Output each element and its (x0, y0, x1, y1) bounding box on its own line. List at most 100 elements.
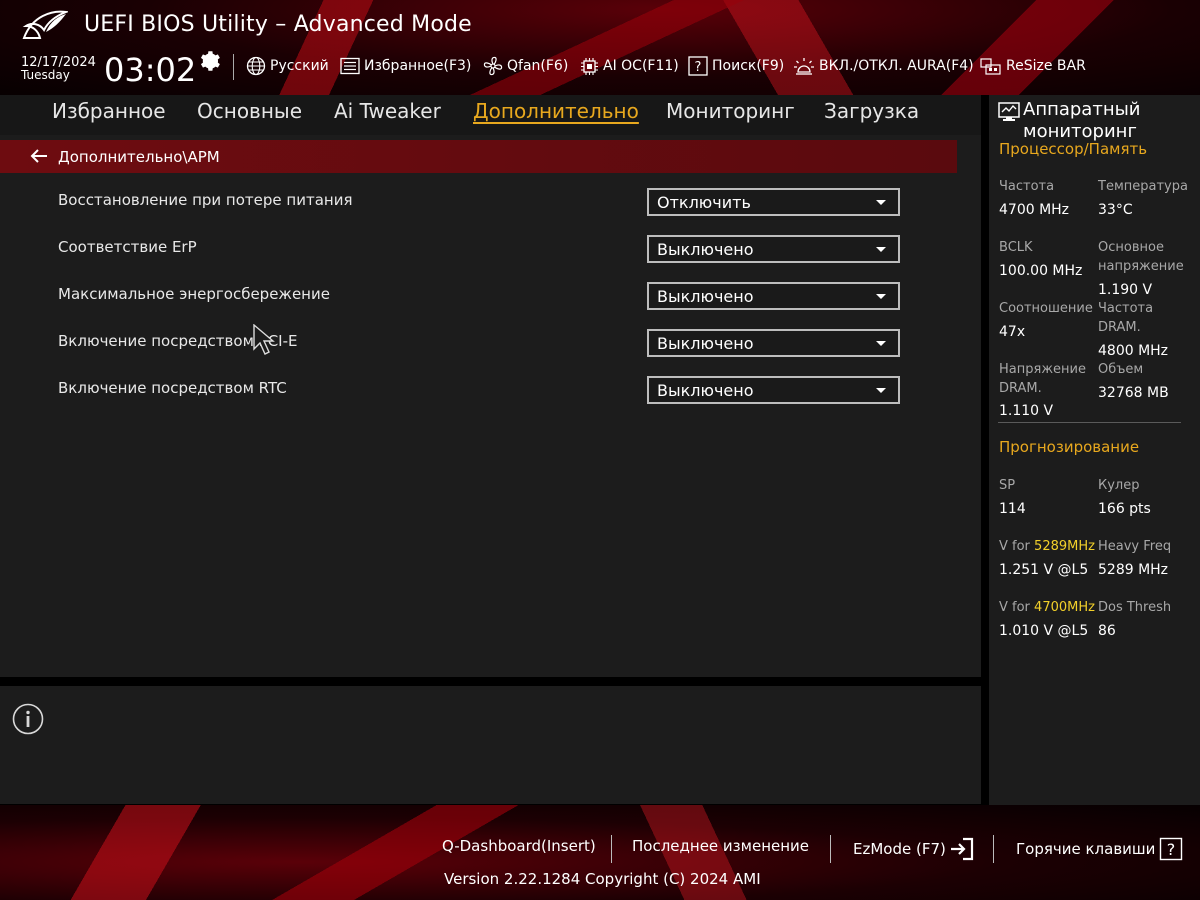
resize-bar-label: ReSize BAR (1006, 58, 1086, 74)
setting-value: Выключено (657, 380, 754, 400)
dram-voltage-value: 1.110 V (999, 403, 1054, 419)
setting-dropdown-max-power-saving[interactable]: Выключено (647, 282, 900, 310)
question-mark-icon: ? (1160, 837, 1183, 861)
v-for-heavy-freq: 5289MHz (1034, 539, 1095, 554)
aura-light-icon (794, 58, 814, 75)
core-voltage-label: Основное напряжение (1098, 240, 1184, 274)
q-dashboard-label: Q-Dashboard(Insert) (442, 837, 596, 855)
exit-to-ezmode-icon (950, 837, 973, 861)
ezmode-label: EzMode (F7) (853, 840, 946, 858)
monitor-icon (998, 102, 1020, 121)
q-dashboard-button[interactable]: Q-Dashboard(Insert) (442, 837, 596, 855)
main-panel: Дополнительно\APM Восстановление при пот… (0, 135, 981, 677)
setting-label-power-on-rtc: Включение посредством RTC (58, 379, 287, 397)
dram-frequency-label: Частота DRAM. (1098, 301, 1154, 335)
setting-value: Выключено (657, 239, 754, 259)
qfan-button[interactable]: Qfan(F6) (483, 55, 568, 77)
setting-label-erp: Соответствие ErP (58, 238, 197, 256)
bclk-value: 100.00 MHz (999, 263, 1083, 279)
setting-dropdown-power-on-rtc[interactable]: Выключено (647, 376, 900, 404)
ai-oc-label: AI OC(F11) (603, 58, 679, 74)
cooler-label: Кулер (1098, 478, 1140, 493)
setting-value: Выключено (657, 286, 754, 306)
setting-value: Выключено (657, 333, 754, 353)
cooler-value: 166 pts (1098, 501, 1151, 517)
ezmode-button[interactable]: EzMode (F7) (853, 837, 975, 861)
svg-text:?: ? (695, 60, 702, 75)
tab-bar: Избранное Основные Ai Tweaker Дополнител… (0, 95, 981, 135)
footer-separator (611, 835, 612, 863)
help-search-icon: ? (688, 56, 708, 76)
ratio-label: Соотношение (999, 301, 1093, 316)
cpu-temperature-label: Температура (1098, 179, 1188, 194)
v-for-heavy-value: 1.251 V @L5 (999, 562, 1089, 578)
gear-icon[interactable] (197, 49, 221, 73)
prediction-section-title: Прогнозирование (999, 438, 1140, 456)
footer: Q-Dashboard(Insert) Последнее изменение … (0, 805, 1200, 900)
caret-down-icon (876, 294, 886, 299)
info-icon (12, 703, 44, 735)
tab-advanced[interactable]: Дополнительно (473, 99, 639, 123)
help-info-panel (0, 686, 981, 804)
dos-thresh-value: 86 (1098, 623, 1116, 639)
header: UEFI BIOS Utility – Advanced Mode 12/17/… (0, 0, 1200, 95)
v-for-prefix: V for (999, 600, 1035, 615)
app-title: UEFI BIOS Utility – Advanced Mode (84, 12, 472, 37)
time: 03:02 (104, 51, 197, 89)
sidebar-divider (998, 422, 1181, 423)
bclk-label: BCLK (999, 240, 1033, 255)
qfan-label: Qfan(F6) (507, 58, 569, 74)
core-voltage-value: 1.190 V (1098, 282, 1153, 298)
v-for-base-freq: 4700MHz (1034, 600, 1095, 615)
hardware-monitor-title: Аппаратный мониторинг (1023, 99, 1141, 142)
setting-label-power-loss: Восстановление при потере питания (58, 191, 353, 209)
last-modified-label: Последнее изменение (632, 837, 810, 855)
v-for-base-label: V for 4700MHz (999, 598, 1095, 617)
tab-monitor[interactable]: Мониторинг (666, 99, 795, 123)
dram-frequency-value: 4800 MHz (1098, 343, 1169, 359)
setting-dropdown-power-loss[interactable]: Отключить (647, 188, 900, 216)
footer-separator (993, 835, 994, 863)
svg-text:?: ? (1167, 840, 1176, 859)
day: Tuesday (21, 68, 70, 82)
sp-label: SP (999, 478, 1016, 493)
cpu-chip-icon (581, 57, 598, 75)
hardware-monitor-sidebar: Аппаратный мониторинг Процессор/Память Ч… (989, 95, 1200, 805)
back-arrow-icon[interactable] (29, 148, 49, 164)
search-label: Поиск(F9) (712, 58, 785, 74)
tab-boot[interactable]: Загрузка (824, 99, 919, 123)
ai-oc-button[interactable]: AI OC(F11) (580, 55, 679, 77)
tab-favorites[interactable]: Избранное (52, 99, 166, 123)
caret-down-icon (876, 200, 886, 205)
language-button[interactable]: Русский (246, 55, 329, 77)
dos-thresh-label: Dos Thresh (1098, 600, 1172, 615)
breadcrumb-bar: Дополнительно\APM (0, 140, 957, 173)
caret-down-icon (876, 341, 886, 346)
version-copyright: Version 2.22.1284 Copyright (C) 2024 AMI (444, 870, 761, 888)
cpu-frequency-label: Частота (999, 179, 1055, 194)
heavy-freq-label: Heavy Freq (1098, 539, 1172, 554)
setting-dropdown-power-on-pcie[interactable]: Выключено (647, 329, 900, 357)
resize-bar-button[interactable]: ReSize BAR (980, 55, 1086, 77)
last-modified-button[interactable]: Последнее изменение (632, 837, 809, 855)
hot-keys-button[interactable]: Горячие клавиши ? (1016, 837, 1183, 861)
v-for-prefix: V for (999, 539, 1035, 554)
setting-dropdown-erp[interactable]: Выключено (647, 235, 900, 263)
memory-capacity-label: Объем (1098, 362, 1144, 377)
setting-label-max-power-saving: Максимальное энергосбережение (58, 285, 330, 303)
memory-capacity-value: 32768 MB (1098, 385, 1169, 401)
caret-down-icon (876, 388, 886, 393)
footer-separator (830, 835, 831, 863)
rog-logo-icon (22, 10, 68, 39)
mouse-cursor-icon (253, 324, 275, 355)
aura-button[interactable]: ВКЛ./ОТКЛ. AURA(F4) (793, 55, 974, 77)
tab-main[interactable]: Основные (197, 99, 302, 123)
hot-keys-label: Горячие клавиши (1016, 840, 1156, 858)
favorites-button[interactable]: Избранное(F3) (340, 55, 471, 77)
header-separator (233, 54, 234, 80)
search-button[interactable]: ? Поиск(F9) (688, 55, 784, 77)
fan-icon (483, 56, 503, 76)
aura-label: ВКЛ./ОТКЛ. AURA(F4) (819, 58, 974, 74)
tab-ai-tweaker[interactable]: Ai Tweaker (334, 99, 441, 123)
dram-voltage-label: Напряжение DRAM. (999, 362, 1086, 396)
